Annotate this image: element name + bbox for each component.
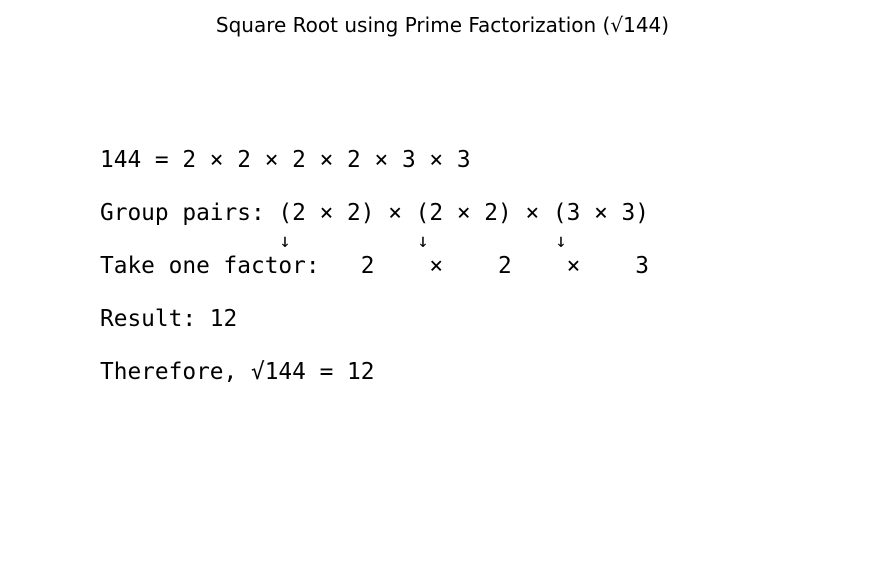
down-arrow-icon: ↓ [279, 230, 291, 252]
diagram-title: Square Root using Prime Factorization (√… [215, 13, 670, 37]
group-pairs-line: Group pairs: (2 × 2) × (2 × 2) × (3 × 3) [100, 200, 649, 226]
take-one-factor-line: Take one factor: 2 × 2 × 3 [100, 253, 649, 279]
conclusion-line: Therefore, √144 = 12 [100, 359, 375, 385]
result-line: Result: 12 [100, 306, 238, 332]
down-arrow-icon: ↓ [555, 230, 567, 252]
factorization-line: 144 = 2 × 2 × 2 × 2 × 3 × 3 [100, 147, 471, 173]
down-arrow-icon: ↓ [417, 230, 429, 252]
